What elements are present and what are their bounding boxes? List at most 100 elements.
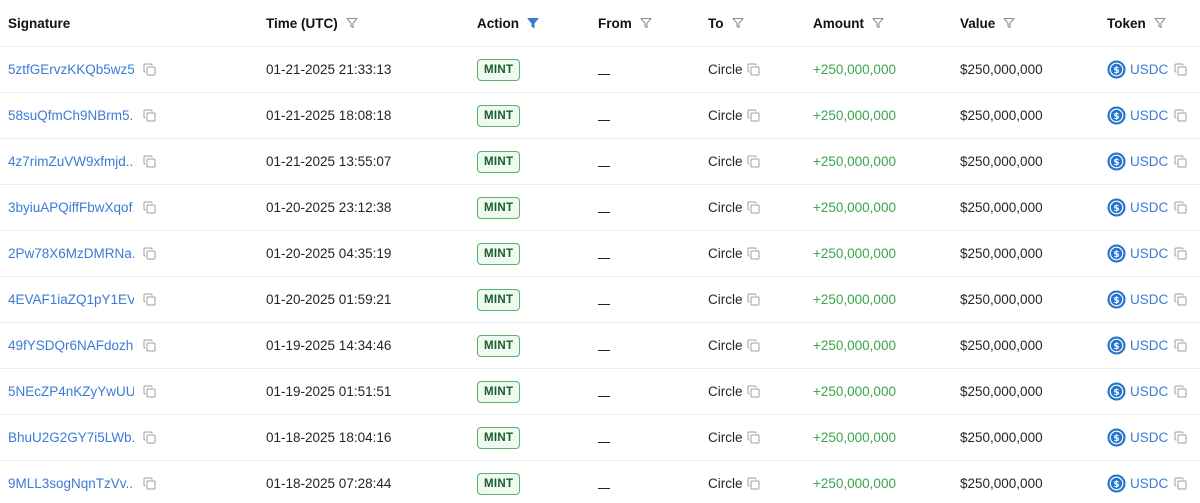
filter-icon[interactable] bbox=[346, 17, 358, 29]
copy-icon[interactable] bbox=[747, 155, 760, 168]
signature-cell: 58suQfmCh9NBrm5... bbox=[8, 108, 156, 123]
svg-text:$: $ bbox=[1113, 158, 1119, 168]
copy-icon[interactable] bbox=[143, 109, 156, 122]
copy-icon[interactable] bbox=[143, 385, 156, 398]
signature-link[interactable]: 4EVAF1iaZQ1pY1EV... bbox=[8, 292, 134, 307]
copy-icon[interactable] bbox=[1174, 247, 1187, 260]
empty-from-dash bbox=[598, 303, 610, 306]
copy-icon[interactable] bbox=[747, 247, 760, 260]
copy-icon[interactable] bbox=[747, 339, 760, 352]
copy-icon[interactable] bbox=[143, 477, 156, 490]
table-header: Signature Time (UTC) Action From To Amou… bbox=[0, 0, 1200, 47]
copy-icon[interactable] bbox=[747, 201, 760, 214]
copy-icon[interactable] bbox=[143, 247, 156, 260]
filter-icon[interactable] bbox=[872, 17, 884, 29]
copy-icon[interactable] bbox=[747, 385, 760, 398]
time-cell: 01-19-2025 01:51:51 bbox=[266, 384, 391, 399]
amount-cell: +250,000,000 bbox=[813, 154, 896, 169]
value-text: $250,000,000 bbox=[960, 476, 1043, 491]
time-text: 01-21-2025 13:55:07 bbox=[266, 154, 392, 169]
time-cell: 01-21-2025 21:33:13 bbox=[266, 62, 391, 77]
empty-from-dash bbox=[598, 349, 610, 352]
filter-icon[interactable] bbox=[1154, 17, 1166, 29]
copy-icon[interactable] bbox=[747, 431, 760, 444]
token-cell: $ USDC bbox=[1107, 106, 1187, 125]
signature-link[interactable]: 5ztfGErvzKKQb5wz5... bbox=[8, 62, 134, 77]
copy-icon[interactable] bbox=[143, 201, 156, 214]
copy-icon[interactable] bbox=[1174, 431, 1187, 444]
token-link[interactable]: USDC bbox=[1130, 384, 1168, 399]
copy-icon[interactable] bbox=[143, 431, 156, 444]
copy-icon[interactable] bbox=[1174, 339, 1187, 352]
copy-icon[interactable] bbox=[1174, 293, 1187, 306]
filter-icon[interactable] bbox=[1003, 17, 1015, 29]
copy-icon[interactable] bbox=[747, 63, 760, 76]
copy-icon[interactable] bbox=[747, 477, 760, 490]
time-cell: 01-21-2025 18:08:18 bbox=[266, 108, 391, 123]
copy-icon[interactable] bbox=[1174, 477, 1187, 490]
token-cell: $ USDC bbox=[1107, 152, 1187, 171]
to-text: Circle bbox=[708, 384, 743, 399]
token-link[interactable]: USDC bbox=[1130, 246, 1168, 261]
copy-icon[interactable] bbox=[143, 63, 156, 76]
time-cell: 01-20-2025 04:35:19 bbox=[266, 246, 391, 261]
amount-cell: +250,000,000 bbox=[813, 62, 896, 77]
filter-icon[interactable] bbox=[731, 17, 744, 29]
amount-text: +250,000,000 bbox=[813, 338, 896, 353]
from-cell bbox=[598, 386, 610, 398]
svg-text:$: $ bbox=[1113, 388, 1119, 398]
copy-icon[interactable] bbox=[747, 109, 760, 122]
token-link[interactable]: USDC bbox=[1130, 62, 1168, 77]
value-cell: $250,000,000 bbox=[960, 430, 1043, 445]
to-cell: Circle bbox=[708, 154, 760, 169]
signature-link[interactable]: 4z7rimZuVW9xfmjd... bbox=[8, 154, 134, 169]
empty-from-dash bbox=[598, 165, 610, 168]
token-link[interactable]: USDC bbox=[1130, 476, 1168, 491]
signature-link[interactable]: 2Pw78X6MzDMRNa... bbox=[8, 246, 134, 261]
table-row: BhuU2G2GY7i5LWb... 01-18-2025 18:04:16 M… bbox=[0, 415, 1200, 461]
token-link[interactable]: USDC bbox=[1130, 108, 1168, 123]
copy-icon[interactable] bbox=[143, 155, 156, 168]
copy-icon[interactable] bbox=[1174, 385, 1187, 398]
action-cell: MINT bbox=[477, 196, 521, 219]
token-link[interactable]: USDC bbox=[1130, 200, 1168, 215]
empty-from-dash bbox=[598, 395, 610, 398]
action-cell: MINT bbox=[477, 242, 521, 265]
svg-text:$: $ bbox=[1113, 250, 1119, 260]
signature-cell: 3byiuAPQiffFbwXqof... bbox=[8, 200, 156, 215]
table-row: 4EVAF1iaZQ1pY1EV... 01-20-2025 01:59:21 … bbox=[0, 277, 1200, 323]
action-cell: MINT bbox=[477, 334, 521, 357]
copy-icon[interactable] bbox=[747, 293, 760, 306]
copy-icon[interactable] bbox=[1174, 201, 1187, 214]
copy-icon[interactable] bbox=[1174, 155, 1187, 168]
to-cell: Circle bbox=[708, 246, 760, 261]
token-link[interactable]: USDC bbox=[1130, 154, 1168, 169]
signature-link[interactable]: 49fYSDQr6NAFdozh... bbox=[8, 338, 134, 353]
from-cell bbox=[598, 432, 610, 444]
header-value: Value bbox=[960, 16, 1015, 31]
token-link[interactable]: USDC bbox=[1130, 430, 1168, 445]
copy-icon[interactable] bbox=[1174, 63, 1187, 76]
time-cell: 01-20-2025 01:59:21 bbox=[266, 292, 391, 307]
signature-cell: 4EVAF1iaZQ1pY1EV... bbox=[8, 292, 156, 307]
signature-link[interactable]: 58suQfmCh9NBrm5... bbox=[8, 108, 134, 123]
token-link[interactable]: USDC bbox=[1130, 292, 1168, 307]
to-cell: Circle bbox=[708, 384, 760, 399]
action-cell: MINT bbox=[477, 288, 521, 311]
from-cell bbox=[598, 202, 610, 214]
value-text: $250,000,000 bbox=[960, 338, 1043, 353]
filter-active-icon[interactable] bbox=[527, 17, 539, 29]
filter-icon[interactable] bbox=[640, 17, 652, 29]
copy-icon[interactable] bbox=[143, 293, 156, 306]
signature-link[interactable]: 9MLL3sogNqnTzVv... bbox=[8, 476, 134, 491]
token-link[interactable]: USDC bbox=[1130, 338, 1168, 353]
signature-link[interactable]: BhuU2G2GY7i5LWb... bbox=[8, 430, 134, 445]
copy-icon[interactable] bbox=[1174, 109, 1187, 122]
signature-link[interactable]: 5NEcZP4nKZyYwUU... bbox=[8, 384, 134, 399]
signature-link[interactable]: 3byiuAPQiffFbwXqof... bbox=[8, 200, 134, 215]
to-text: Circle bbox=[708, 246, 743, 261]
copy-icon[interactable] bbox=[143, 339, 156, 352]
svg-text:$: $ bbox=[1113, 296, 1119, 306]
amount-cell: +250,000,000 bbox=[813, 384, 896, 399]
time-text: 01-18-2025 18:04:16 bbox=[266, 430, 392, 445]
